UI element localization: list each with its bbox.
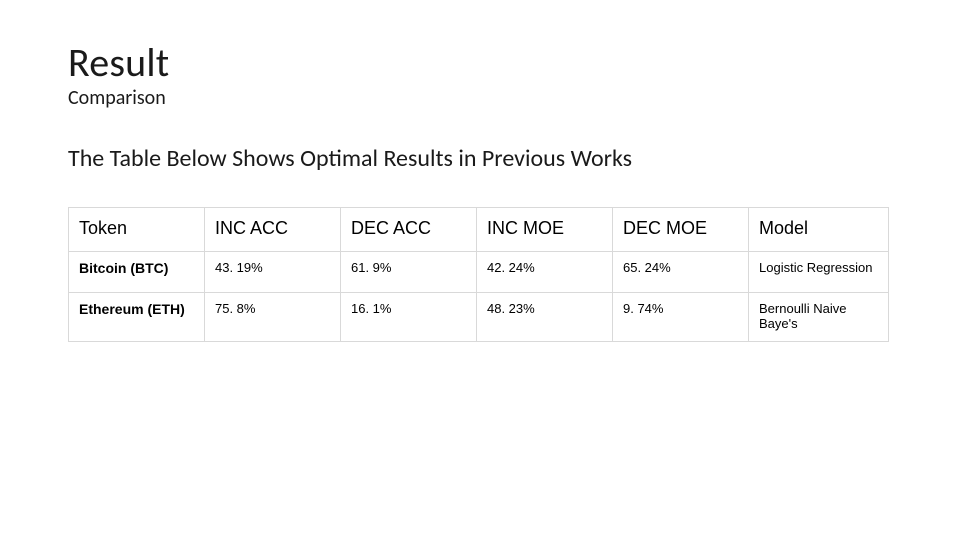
cell-dec-acc: 16. 1%	[341, 292, 477, 341]
cell-dec-moe: 9. 74%	[613, 292, 749, 341]
header-model: Model	[749, 207, 889, 251]
cell-token: Bitcoin (BTC)	[69, 251, 205, 292]
header-inc-moe: INC MOE	[477, 207, 613, 251]
cell-dec-acc: 61. 9%	[341, 251, 477, 292]
table-row: Bitcoin (BTC) 43. 19% 61. 9% 42. 24% 65.…	[69, 251, 889, 292]
cell-inc-moe: 48. 23%	[477, 292, 613, 341]
cell-model: Bernoulli Naive Baye's	[749, 292, 889, 341]
header-dec-acc: DEC ACC	[341, 207, 477, 251]
table-row: Ethereum (ETH) 75. 8% 16. 1% 48. 23% 9. …	[69, 292, 889, 341]
cell-model: Logistic Regression	[749, 251, 889, 292]
page-title: Result	[68, 42, 892, 84]
cell-token: Ethereum (ETH)	[69, 292, 205, 341]
header-token: Token	[69, 207, 205, 251]
table-header-row: Token INC ACC DEC ACC INC MOE DEC MOE Mo…	[69, 207, 889, 251]
page-subtitle: Comparison	[68, 86, 892, 110]
cell-inc-acc: 43. 19%	[205, 251, 341, 292]
header-dec-moe: DEC MOE	[613, 207, 749, 251]
cell-dec-moe: 65. 24%	[613, 251, 749, 292]
table-caption: The Table Below Shows Optimal Results in…	[68, 144, 892, 173]
cell-inc-moe: 42. 24%	[477, 251, 613, 292]
cell-inc-acc: 75. 8%	[205, 292, 341, 341]
results-table: Token INC ACC DEC ACC INC MOE DEC MOE Mo…	[68, 207, 889, 342]
header-inc-acc: INC ACC	[205, 207, 341, 251]
